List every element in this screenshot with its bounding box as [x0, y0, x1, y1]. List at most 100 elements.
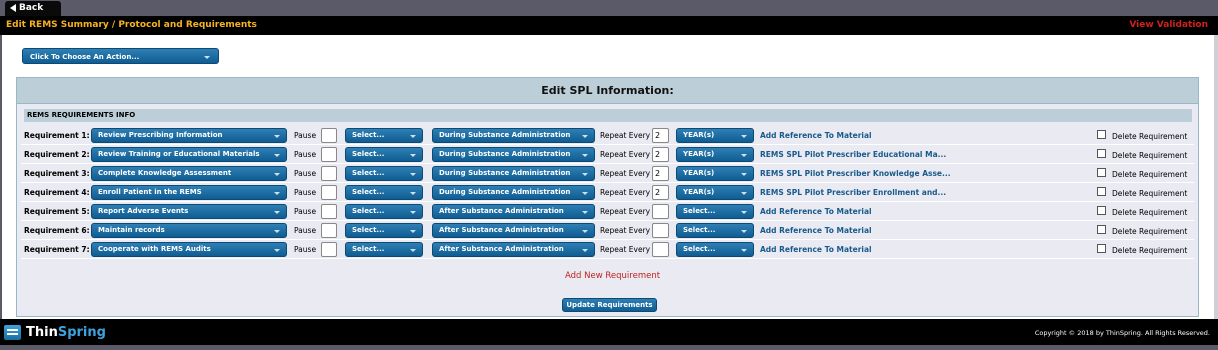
reference-material-link[interactable]: Add Reference To Material — [760, 245, 872, 254]
logo-text-spring: Spring — [57, 324, 106, 340]
add-new-requirement-link[interactable]: Add New Requirement — [565, 271, 660, 281]
repeat-period-value: YEAR(s) — [683, 131, 715, 139]
delete-requirement-label: Delete Requirement — [1112, 170, 1188, 179]
repeat-period-dropdown[interactable]: YEAR(s) — [676, 147, 754, 162]
delete-requirement-checkbox[interactable] — [1097, 225, 1106, 234]
repeat-period-dropdown[interactable]: YEAR(s) — [676, 166, 754, 181]
chevron-down-icon — [741, 135, 747, 138]
repeat-every-input[interactable] — [652, 223, 669, 238]
requirement-task-dropdown[interactable]: Complete Knowledge Assessment — [91, 166, 287, 181]
pause-input[interactable] — [321, 204, 337, 219]
requirement-task-dropdown[interactable]: Review Prescribing Information — [91, 128, 287, 143]
requirement-select-value: Select... — [352, 131, 385, 139]
requirement-task-dropdown[interactable]: Report Adverse Events — [91, 204, 287, 219]
pause-input[interactable] — [321, 223, 337, 238]
repeat-every-input[interactable]: 2 — [652, 128, 669, 143]
repeat-every-input[interactable] — [652, 242, 669, 257]
pause-input[interactable] — [321, 185, 337, 200]
requirement-task-value: Maintain records — [98, 226, 165, 234]
requirement-row: Requirement 3: Complete Knowledge Assessm… — [21, 165, 1194, 183]
pause-label: Pause — [294, 226, 317, 235]
top-bar: Back — [0, 0, 1218, 16]
panel-title: Edit SPL Information: — [17, 78, 1198, 104]
delete-requirement-checkbox[interactable] — [1097, 244, 1106, 253]
requirement-timing-dropdown[interactable]: During Substance Administration — [432, 166, 595, 181]
requirement-task-dropdown[interactable]: Maintain records — [91, 223, 287, 238]
repeat-every-input[interactable]: 2 — [652, 147, 669, 162]
pause-input[interactable] — [321, 242, 337, 257]
requirement-select-dropdown[interactable]: Select... — [345, 185, 423, 200]
action-dropdown[interactable]: Click To Choose An Action... — [22, 48, 219, 64]
repeat-period-dropdown[interactable]: Select... — [676, 223, 754, 238]
requirement-task-dropdown[interactable]: Cooperate with REMS Audits — [91, 242, 287, 257]
edit-spl-panel: Edit SPL Information: REMS REQUIREMENTS … — [16, 77, 1199, 317]
chevron-down-icon — [204, 56, 210, 59]
requirement-select-dropdown[interactable]: Select... — [345, 147, 423, 162]
pause-label: Pause — [294, 150, 317, 159]
requirement-timing-value: During Substance Administration — [439, 150, 571, 158]
requirement-task-value: Report Adverse Events — [98, 207, 189, 215]
delete-requirement-label: Delete Requirement — [1112, 208, 1188, 217]
view-validation-link[interactable]: View Validation — [1129, 20, 1208, 30]
repeat-period-value: Select... — [683, 226, 716, 234]
delete-requirement-checkbox[interactable] — [1097, 168, 1106, 177]
delete-requirement-checkbox[interactable] — [1097, 149, 1106, 158]
chevron-down-icon — [410, 173, 416, 176]
requirement-timing-dropdown[interactable]: After Substance Administration — [432, 223, 595, 238]
repeat-period-dropdown[interactable]: YEAR(s) — [676, 128, 754, 143]
update-requirements-button[interactable]: Update Requirements — [562, 298, 657, 312]
main-content: Click To Choose An Action... Edit SPL In… — [2, 35, 1215, 319]
repeat-period-value: YEAR(s) — [683, 188, 715, 196]
requirement-task-dropdown[interactable]: Review Training or Educational Materials — [91, 147, 287, 162]
repeat-period-dropdown[interactable]: Select... — [676, 204, 754, 219]
back-arrow-icon — [10, 4, 16, 12]
reference-material-link[interactable]: REMS SPL Pilot Prescriber Educational Ma… — [760, 150, 946, 159]
requirement-select-dropdown[interactable]: Select... — [345, 166, 423, 181]
requirement-task-value: Enroll Patient in the REMS — [98, 188, 202, 196]
chevron-down-icon — [410, 211, 416, 214]
requirement-timing-dropdown[interactable]: After Substance Administration — [432, 242, 595, 257]
repeat-every-input[interactable] — [652, 204, 669, 219]
header-bar: Edit REMS Summary / Protocol and Require… — [0, 16, 1218, 35]
action-dropdown-label: Click To Choose An Action... — [30, 53, 140, 61]
pause-input[interactable] — [321, 166, 337, 181]
requirement-timing-dropdown[interactable]: During Substance Administration — [432, 147, 595, 162]
requirement-select-dropdown[interactable]: Select... — [345, 204, 423, 219]
footer: ThinSpring Copyright © 2018 by ThinSprin… — [0, 319, 1218, 345]
requirement-label: Requirement 5: — [24, 207, 90, 216]
delete-requirement-checkbox[interactable] — [1097, 130, 1106, 139]
copyright-text: Copyright © 2018 by ThinSpring. All Righ… — [1034, 329, 1210, 337]
requirement-task-dropdown[interactable]: Enroll Patient in the REMS — [91, 185, 287, 200]
requirement-row: Requirement 1: Review Prescribing Informa… — [21, 127, 1194, 145]
reference-material-link[interactable]: REMS SPL Pilot Prescriber Knowledge Asse… — [760, 169, 951, 178]
delete-requirement-label: Delete Requirement — [1112, 132, 1188, 141]
requirement-select-value: Select... — [352, 226, 385, 234]
breadcrumb[interactable]: Edit REMS Summary / Protocol and Require… — [6, 20, 257, 30]
delete-requirement-checkbox[interactable] — [1097, 187, 1106, 196]
requirement-timing-dropdown[interactable]: After Substance Administration — [432, 204, 595, 219]
repeat-every-input[interactable]: 2 — [652, 166, 669, 181]
repeat-every-input[interactable]: 2 — [652, 185, 669, 200]
back-button-label: Back — [19, 3, 44, 13]
repeat-period-dropdown[interactable]: Select... — [676, 242, 754, 257]
delete-requirement-label: Delete Requirement — [1112, 227, 1188, 236]
requirement-select-dropdown[interactable]: Select... — [345, 223, 423, 238]
requirement-task-value: Complete Knowledge Assessment — [98, 169, 232, 177]
scrollbar[interactable] — [1214, 35, 1218, 319]
reference-material-link[interactable]: Add Reference To Material — [760, 226, 872, 235]
requirement-label: Requirement 7: — [24, 245, 90, 254]
back-button[interactable]: Back — [5, 1, 61, 16]
requirement-timing-dropdown[interactable]: During Substance Administration — [432, 185, 595, 200]
pause-input[interactable] — [321, 147, 337, 162]
pause-input[interactable] — [321, 128, 337, 143]
reference-material-link[interactable]: Add Reference To Material — [760, 131, 872, 140]
repeat-period-dropdown[interactable]: YEAR(s) — [676, 185, 754, 200]
reference-material-link[interactable]: Add Reference To Material — [760, 207, 872, 216]
requirement-select-dropdown[interactable]: Select... — [345, 242, 423, 257]
requirement-timing-dropdown[interactable]: During Substance Administration — [432, 128, 595, 143]
repeat-period-value: YEAR(s) — [683, 150, 715, 158]
requirement-row: Requirement 5: Report Adverse Events Pause… — [21, 203, 1194, 221]
requirement-select-dropdown[interactable]: Select... — [345, 128, 423, 143]
delete-requirement-checkbox[interactable] — [1097, 206, 1106, 215]
reference-material-link[interactable]: REMS SPL Pilot Prescriber Enrollment and… — [760, 188, 946, 197]
